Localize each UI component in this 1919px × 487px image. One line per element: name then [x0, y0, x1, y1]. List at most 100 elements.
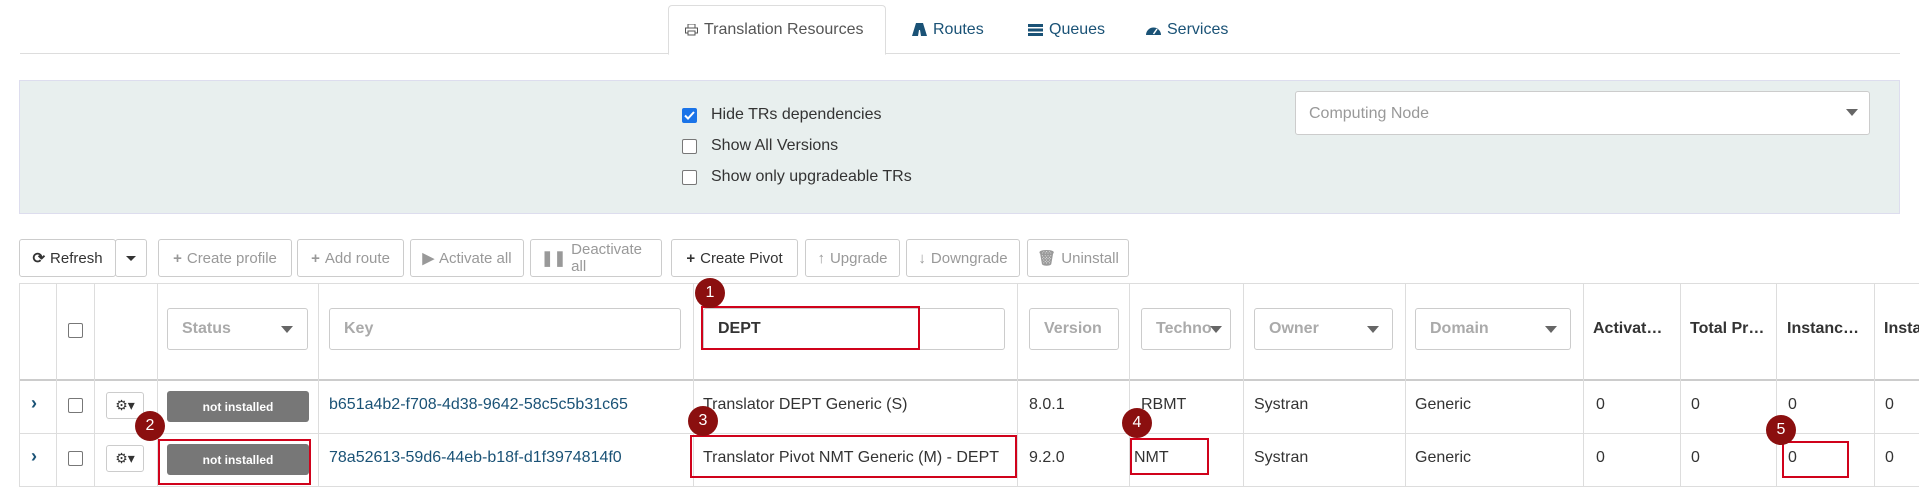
tab-label: Queues [1049, 20, 1106, 38]
key-filter-label: Key [344, 320, 374, 337]
deactivate-all-button[interactable]: ❚❚ Deactivate all [530, 239, 662, 277]
header-divider [19, 379, 1919, 381]
highlight-box [701, 306, 920, 350]
create-pivot-button[interactable]: + Create Pivot [671, 239, 798, 277]
col-divider [94, 283, 95, 487]
create-profile-button[interactable]: + Create profile [158, 239, 292, 277]
version-filter-label: Version [1044, 320, 1102, 337]
annotation-marker: 1 [695, 278, 725, 308]
highlight-box [1782, 441, 1849, 478]
row-version: 9.2.0 [1029, 449, 1065, 466]
tab-services[interactable]: Services [1130, 5, 1244, 54]
col-divider [19, 283, 20, 487]
instances-header[interactable]: Instanc… [1787, 320, 1859, 338]
row-checkbox[interactable] [68, 451, 83, 466]
computing-node-select[interactable]: Computing Node [1295, 91, 1870, 135]
upgrade-button[interactable]: ↑ Upgrade [805, 239, 900, 277]
row-total: 0 [1691, 396, 1700, 413]
col-divider [1776, 283, 1777, 487]
dashboard-icon [1146, 27, 1161, 35]
row-total: 0 [1691, 449, 1700, 466]
col-divider [318, 283, 319, 487]
col-divider [1583, 283, 1584, 487]
checkbox-unchecked[interactable] [682, 169, 697, 185]
highlight-box [1130, 438, 1209, 475]
deactivate-all-label: Deactivate all [571, 241, 643, 275]
row-activated: 0 [1596, 396, 1605, 413]
row-checkbox[interactable] [68, 398, 83, 413]
hide-dependencies-label: Hide TRs dependencies [711, 106, 882, 123]
row-activated: 0 [1596, 449, 1605, 466]
upgrade-label: Upgrade [829, 249, 888, 267]
checkbox-unchecked[interactable] [682, 138, 697, 154]
row-key-link[interactable]: b651a4b2-f708-4d38-9642-58c5c5b31c65 [329, 396, 628, 414]
row-key-link[interactable]: 78a52613-59d6-44eb-b18f-d1f3974814f0 [329, 449, 622, 467]
add-route-label: Add route [324, 249, 390, 267]
total-profiles-header[interactable]: Total Pr… [1690, 320, 1764, 338]
techno-filter-label: Techno [1156, 320, 1212, 337]
row-techno: RBMT [1141, 396, 1187, 413]
plus-icon: + [173, 249, 182, 267]
annotation-marker: 2 [135, 411, 165, 441]
show-upgradeable-label: Show only upgradeable TRs [711, 168, 912, 185]
show-upgradeable-checkbox[interactable]: Show only upgradeable TRs [682, 168, 912, 186]
annotation-marker: 4 [1122, 408, 1152, 438]
select-all-checkbox[interactable] [68, 323, 83, 338]
arrow-down-icon: ↓ [918, 249, 926, 267]
gear-icon: ⚙▾ [115, 450, 135, 466]
refresh-button[interactable]: ⟳ Refresh [19, 239, 116, 277]
tab-label: Translation Resources [704, 21, 864, 38]
tab-queues[interactable]: Queues [1012, 5, 1121, 54]
row-actions-button[interactable]: ⚙▾ [106, 445, 144, 472]
domain-filter-label: Domain [1430, 320, 1489, 337]
row-insta: 0 [1885, 396, 1894, 413]
uninstall-label: Uninstall [1061, 249, 1119, 267]
tab-routes[interactable]: Routes [896, 5, 1000, 54]
owner-filter-label: Owner [1269, 320, 1319, 337]
col-divider [56, 283, 57, 487]
plus-icon: + [686, 249, 696, 267]
row-owner: Systran [1254, 449, 1309, 466]
row-divider [19, 433, 1919, 434]
refresh-label: Refresh [50, 249, 103, 267]
row-version: 8.0.1 [1029, 396, 1065, 413]
chevron-down-icon [1210, 326, 1222, 333]
tab-translation-resources[interactable]: Translation Resources [668, 5, 886, 55]
gear-icon: ⚙▾ [115, 397, 135, 413]
add-route-button[interactable]: + Add route [297, 239, 404, 277]
pause-icon: ❚❚ [541, 250, 567, 267]
road-icon [912, 23, 927, 36]
refresh-options-button[interactable] [115, 239, 147, 277]
computing-node-placeholder: Computing Node [1309, 105, 1430, 122]
activate-all-button[interactable]: ▶ Activate all [410, 239, 524, 277]
activated-header[interactable]: Activat… [1593, 320, 1662, 338]
status-badge: not installed [167, 391, 309, 422]
col-divider [1874, 283, 1875, 487]
row-domain: Generic [1415, 396, 1472, 413]
col-divider [1243, 283, 1244, 487]
downgrade-button[interactable]: ↓ Downgrade [906, 239, 1020, 277]
row-name: Translator DEPT Generic (S) [703, 396, 908, 413]
uninstall-button[interactable]: 🗑 Uninstall [1027, 239, 1129, 277]
downgrade-label: Downgrade [930, 249, 1008, 267]
expand-row-icon[interactable]: › [31, 446, 37, 467]
highlight-box [690, 435, 1017, 478]
status-filter-label: Status [182, 320, 231, 337]
play-icon: ▶ [422, 250, 434, 267]
col-divider [1680, 283, 1681, 487]
tab-label: Routes [933, 20, 984, 38]
key-filter[interactable]: Key [329, 308, 681, 350]
checkbox-checked[interactable] [682, 107, 697, 123]
chevron-down-icon [1545, 326, 1557, 333]
insta-header[interactable]: Insta [1884, 320, 1919, 338]
show-all-versions-checkbox[interactable]: Show All Versions [682, 137, 838, 155]
hide-dependencies-checkbox[interactable]: Hide TRs dependencies [682, 106, 881, 124]
annotation-marker: 3 [688, 406, 718, 436]
create-pivot-label: Create Pivot [700, 249, 783, 267]
highlight-box [158, 439, 311, 485]
version-filter[interactable]: Version [1029, 308, 1119, 350]
expand-row-icon[interactable]: › [31, 393, 37, 414]
tab-label: Services [1167, 20, 1229, 38]
row-owner: Systran [1254, 396, 1309, 413]
annotation-marker: 5 [1766, 415, 1796, 445]
